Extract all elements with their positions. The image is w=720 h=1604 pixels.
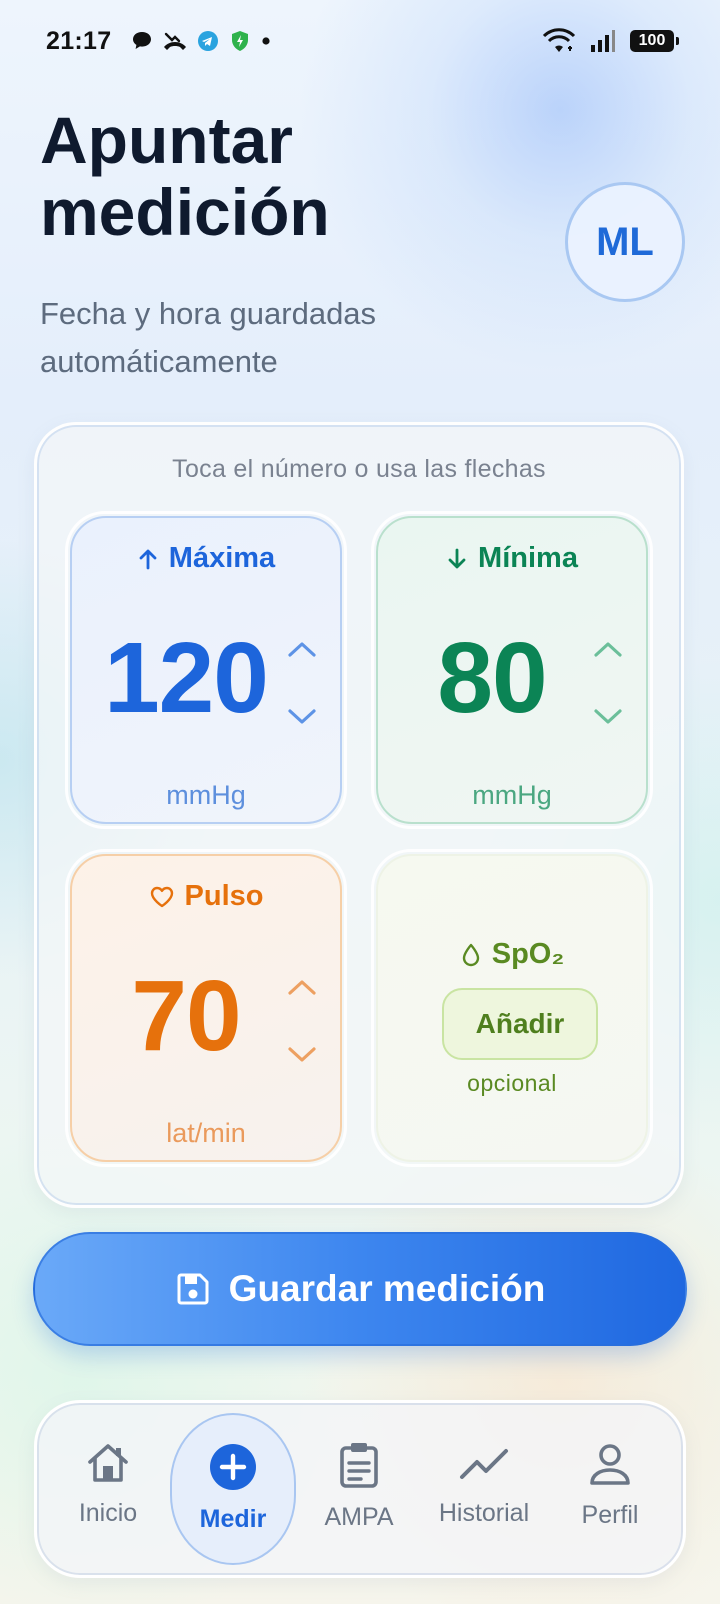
home-icon bbox=[88, 1444, 128, 1482]
diastolic-label-text: Mínima bbox=[478, 542, 578, 574]
diastolic-stepper bbox=[586, 638, 630, 728]
spo2-tile: SpO₂ Añadir opcional bbox=[371, 849, 653, 1167]
nav-label-perfil: Perfil bbox=[581, 1501, 639, 1529]
diastolic-label: Mínima bbox=[378, 542, 646, 575]
save-button-label: Guardar medición bbox=[228, 1268, 546, 1309]
nav-item-medir[interactable]: Medir bbox=[170, 1413, 296, 1565]
systolic-label-text: Máxima bbox=[168, 542, 276, 574]
user-icon bbox=[590, 1444, 630, 1485]
page-title: Apuntar medición bbox=[40, 103, 330, 249]
nav-item-perfil[interactable]: Perfil bbox=[547, 1413, 673, 1565]
status-bar: 21:17 100 bbox=[0, 0, 720, 82]
diastolic-value[interactable]: 80 bbox=[392, 618, 592, 738]
pulse-increment-button[interactable] bbox=[285, 976, 319, 998]
pulse-tile-body: Pulso 70 lat/min bbox=[70, 854, 342, 1162]
nav-item-ampa[interactable]: AMPA bbox=[296, 1413, 422, 1565]
status-left: 21:17 bbox=[46, 27, 271, 56]
battery-level: 100 bbox=[638, 32, 666, 49]
pulse-stepper bbox=[280, 976, 324, 1066]
systolic-value[interactable]: 120 bbox=[86, 618, 286, 738]
systolic-unit: mmHg bbox=[166, 780, 246, 810]
spo2-label-text: SpO₂ bbox=[491, 938, 565, 970]
systolic-stepper bbox=[280, 638, 324, 728]
systolic-decrement-button[interactable] bbox=[285, 706, 319, 728]
save-measurement-button[interactable]: Guardar medición bbox=[33, 1232, 687, 1346]
arrow-down-icon bbox=[448, 548, 466, 568]
heart-icon bbox=[150, 886, 173, 907]
avatar[interactable]: ML bbox=[565, 182, 685, 302]
trend-line-icon bbox=[460, 1449, 508, 1479]
telegram-icon bbox=[198, 31, 219, 51]
page-subtitle: Fecha y hora guardadas automáticamente bbox=[40, 296, 377, 379]
systolic-tile: Máxima 120 mmHg bbox=[65, 511, 347, 829]
pulse-value[interactable]: 70 bbox=[86, 956, 286, 1076]
diastolic-tile-body: Mínima 80 mmHg bbox=[376, 516, 648, 824]
spo2-label: SpO₂ bbox=[378, 938, 646, 971]
pulse-label: Pulso bbox=[72, 880, 340, 913]
diastolic-unit: mmHg bbox=[472, 780, 552, 810]
spo2-tile-body: SpO₂ Añadir opcional bbox=[376, 854, 648, 1162]
wifi-icon bbox=[542, 28, 576, 52]
nav-item-historial[interactable]: Historial bbox=[421, 1413, 547, 1565]
floppy-disk-icon bbox=[177, 1273, 209, 1305]
missed-call-icon bbox=[164, 32, 187, 50]
pulse-unit: lat/min bbox=[166, 1118, 246, 1148]
status-time: 21:17 bbox=[46, 26, 112, 55]
nav-label-ampa: AMPA bbox=[324, 1503, 394, 1531]
nav-item-inicio[interactable]: Inicio bbox=[45, 1413, 171, 1565]
arrow-up-icon bbox=[139, 549, 157, 569]
measurement-card: Toca el número o usa las flechas Máxima … bbox=[34, 422, 684, 1208]
nav-label-medir: Medir bbox=[199, 1505, 267, 1533]
systolic-increment-button[interactable] bbox=[285, 638, 319, 660]
notification-icons bbox=[131, 30, 271, 52]
chat-bubble-icon bbox=[133, 32, 152, 49]
avatar-initials: ML bbox=[596, 219, 654, 264]
systolic-label: Máxima bbox=[72, 542, 340, 575]
diastolic-tile: Mínima 80 mmHg bbox=[371, 511, 653, 829]
signal-icon bbox=[591, 30, 615, 52]
battery-icon: 100 bbox=[630, 30, 679, 52]
bottom-navigation: Inicio Medir AMPA Historial Perfil bbox=[34, 1400, 686, 1578]
shield-icon bbox=[232, 31, 249, 51]
dot-icon bbox=[262, 37, 271, 45]
pulse-tile: Pulso 70 lat/min bbox=[65, 849, 347, 1167]
plus-circle-icon bbox=[210, 1444, 256, 1490]
pulse-label-text: Pulso bbox=[184, 880, 264, 912]
diastolic-increment-button[interactable] bbox=[591, 638, 625, 660]
status-right: 100 bbox=[542, 28, 679, 54]
systolic-tile-body: Máxima 120 mmHg bbox=[70, 516, 342, 824]
nav-label-inicio: Inicio bbox=[78, 1499, 138, 1527]
clipboard-icon bbox=[340, 1443, 378, 1488]
input-hint: Toca el número o usa las flechas bbox=[172, 455, 546, 483]
pulse-decrement-button[interactable] bbox=[285, 1044, 319, 1066]
nav-label-historial: Historial bbox=[438, 1499, 530, 1527]
drop-icon bbox=[462, 943, 479, 966]
add-spo2-button[interactable]: Añadir bbox=[442, 988, 598, 1060]
spo2-optional-note: opcional bbox=[467, 1070, 557, 1096]
diastolic-decrement-button[interactable] bbox=[591, 706, 625, 728]
